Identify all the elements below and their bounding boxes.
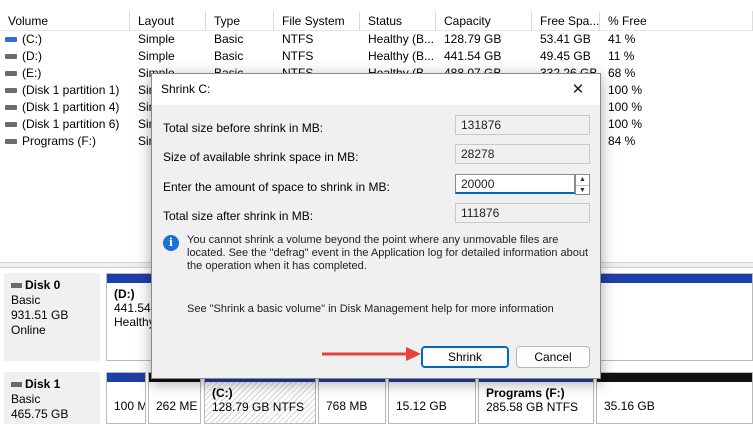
layout-cell: Simple bbox=[138, 49, 175, 63]
capacity-cell: 441.54 GB bbox=[444, 49, 502, 63]
table-row[interactable]: (D:) Simple Basic NTFS Healthy (B... 441.54 G… bbox=[0, 48, 753, 65]
shrink-amount-label: Enter the amount of space to shrink in M… bbox=[163, 180, 390, 194]
total-after-label: Total size after shrink in MB: bbox=[163, 209, 314, 223]
shrink-button[interactable]: Shrink bbox=[421, 346, 509, 368]
column-capacity[interactable]: Capacity bbox=[436, 11, 532, 31]
partition-size: 35.16 GB bbox=[604, 399, 655, 413]
column-free-space[interactable]: Free Spa... bbox=[532, 11, 600, 31]
partition-disk1-p1[interactable]: 100 M bbox=[106, 372, 146, 424]
volume-list-header: Volume Layout Type File System Status Ca… bbox=[0, 11, 753, 31]
volume-name: (C:) bbox=[22, 32, 42, 46]
column-layout[interactable]: Layout bbox=[130, 11, 206, 31]
percent-free-cell: 100 % bbox=[608, 83, 643, 97]
disk-1-info[interactable]: Disk 1 Basic 465.75 GB bbox=[4, 372, 100, 424]
disk-0-info[interactable]: Disk 0 Basic 931.51 GB Online bbox=[4, 273, 100, 361]
column-percent-free[interactable]: % Free bbox=[600, 11, 753, 31]
total-before-label: Total size before shrink in MB: bbox=[163, 121, 324, 135]
disk-1-size: 465.75 GB bbox=[11, 407, 69, 421]
volume-name: Programs (F:) bbox=[22, 134, 97, 148]
partition-size: 285.58 GB NTFS bbox=[486, 400, 579, 414]
volume-name: (E:) bbox=[22, 66, 42, 80]
percent-free-cell: 100 % bbox=[608, 117, 643, 131]
dialog-title-bar[interactable]: Shrink C: ✕ bbox=[152, 74, 600, 105]
disk-0-size: 931.51 GB bbox=[11, 308, 69, 322]
partition-label: (C:) bbox=[212, 386, 233, 400]
disk-0-name: Disk 0 bbox=[11, 278, 100, 293]
shrink-amount-stepper[interactable]: ▲ ▼ bbox=[575, 174, 590, 195]
dialog-title: Shrink C: bbox=[161, 82, 211, 96]
annotation-arrow-icon bbox=[322, 347, 421, 361]
info-message: You cannot shrink a volume beyond the po… bbox=[187, 234, 589, 272]
partition-f[interactable]: Programs (F:) 285.58 GB NTFS bbox=[478, 372, 594, 424]
help-message: See "Shrink a basic volume" in Disk Mana… bbox=[187, 303, 554, 315]
spin-up-icon[interactable]: ▲ bbox=[576, 175, 589, 185]
disk-0-type: Basic bbox=[11, 293, 41, 307]
type-cell: Basic bbox=[214, 49, 244, 63]
partition-disk1-p7[interactable]: 35.16 GB bbox=[596, 372, 753, 424]
column-type[interactable]: Type bbox=[206, 11, 274, 31]
file-system-cell: NTFS bbox=[282, 32, 314, 46]
partition-disk1-p4[interactable]: 768 MB bbox=[318, 372, 386, 424]
volume-name: (D:) bbox=[22, 49, 42, 63]
status-cell: Healthy (B... bbox=[368, 32, 435, 46]
partition-disk1-p6[interactable]: 15.12 GB bbox=[388, 372, 476, 424]
shrink-dialog: Shrink C: ✕ Total size before shrink in … bbox=[151, 73, 601, 379]
partition-size: 15.12 GB bbox=[396, 399, 447, 413]
capacity-cell: 128.79 GB bbox=[444, 32, 502, 46]
partition-size: 128.79 GB NTFS bbox=[212, 400, 305, 414]
column-file-system[interactable]: File System bbox=[274, 11, 360, 31]
percent-free-cell: 68 % bbox=[608, 66, 636, 80]
volume-name: (Disk 1 partition 4) bbox=[22, 100, 120, 114]
percent-free-cell: 84 % bbox=[608, 134, 636, 148]
percent-free-cell: 11 % bbox=[608, 49, 635, 63]
partition-size: 262 ME bbox=[156, 399, 198, 413]
partition-label: (D:) bbox=[114, 287, 135, 301]
volume-name: (Disk 1 partition 1) bbox=[22, 83, 120, 97]
free-space-cell: 53.41 GB bbox=[540, 32, 591, 46]
file-system-cell: NTFS bbox=[282, 49, 314, 63]
spin-down-icon[interactable]: ▼ bbox=[576, 185, 589, 195]
free-space-cell: 49.45 GB bbox=[540, 49, 591, 63]
info-icon: i bbox=[163, 235, 179, 251]
partition-size: 768 MB bbox=[326, 399, 368, 413]
cancel-button[interactable]: Cancel bbox=[516, 346, 590, 368]
status-cell: Healthy (B... bbox=[368, 49, 435, 63]
total-before-value: 131876 bbox=[455, 115, 590, 135]
disk-1-name: Disk 1 bbox=[11, 377, 100, 392]
percent-free-cell: 100 % bbox=[608, 100, 643, 114]
partition-size: 100 M bbox=[114, 399, 146, 413]
layout-cell: Simple bbox=[138, 32, 175, 46]
type-cell: Basic bbox=[214, 32, 244, 46]
partition-disk1-p2[interactable]: 262 ME bbox=[148, 372, 201, 424]
disk-0-status: Online bbox=[11, 323, 46, 337]
total-after-value: 111876 bbox=[455, 203, 590, 223]
available-space-value: 28278 bbox=[455, 144, 590, 164]
close-icon[interactable]: ✕ bbox=[556, 74, 600, 105]
column-volume[interactable]: Volume bbox=[0, 11, 130, 31]
disk-1-partitions: 100 M 262 ME (C:) 128.79 GB NTFS 768 MB … bbox=[106, 372, 753, 424]
percent-free-cell: 41 % bbox=[608, 32, 636, 46]
available-space-label: Size of available shrink space in MB: bbox=[163, 150, 359, 164]
partition-c-selected[interactable]: (C:) 128.79 GB NTFS bbox=[204, 372, 316, 424]
column-status[interactable]: Status bbox=[360, 11, 436, 31]
volume-name: (Disk 1 partition 6) bbox=[22, 117, 120, 131]
shrink-amount-input[interactable]: 20000 bbox=[455, 174, 575, 194]
table-row[interactable]: (C:) Simple Basic NTFS Healthy (B... 128.79 G… bbox=[0, 31, 753, 48]
partition-label: Programs (F:) bbox=[486, 386, 565, 400]
disk-1-type: Basic bbox=[11, 392, 41, 406]
